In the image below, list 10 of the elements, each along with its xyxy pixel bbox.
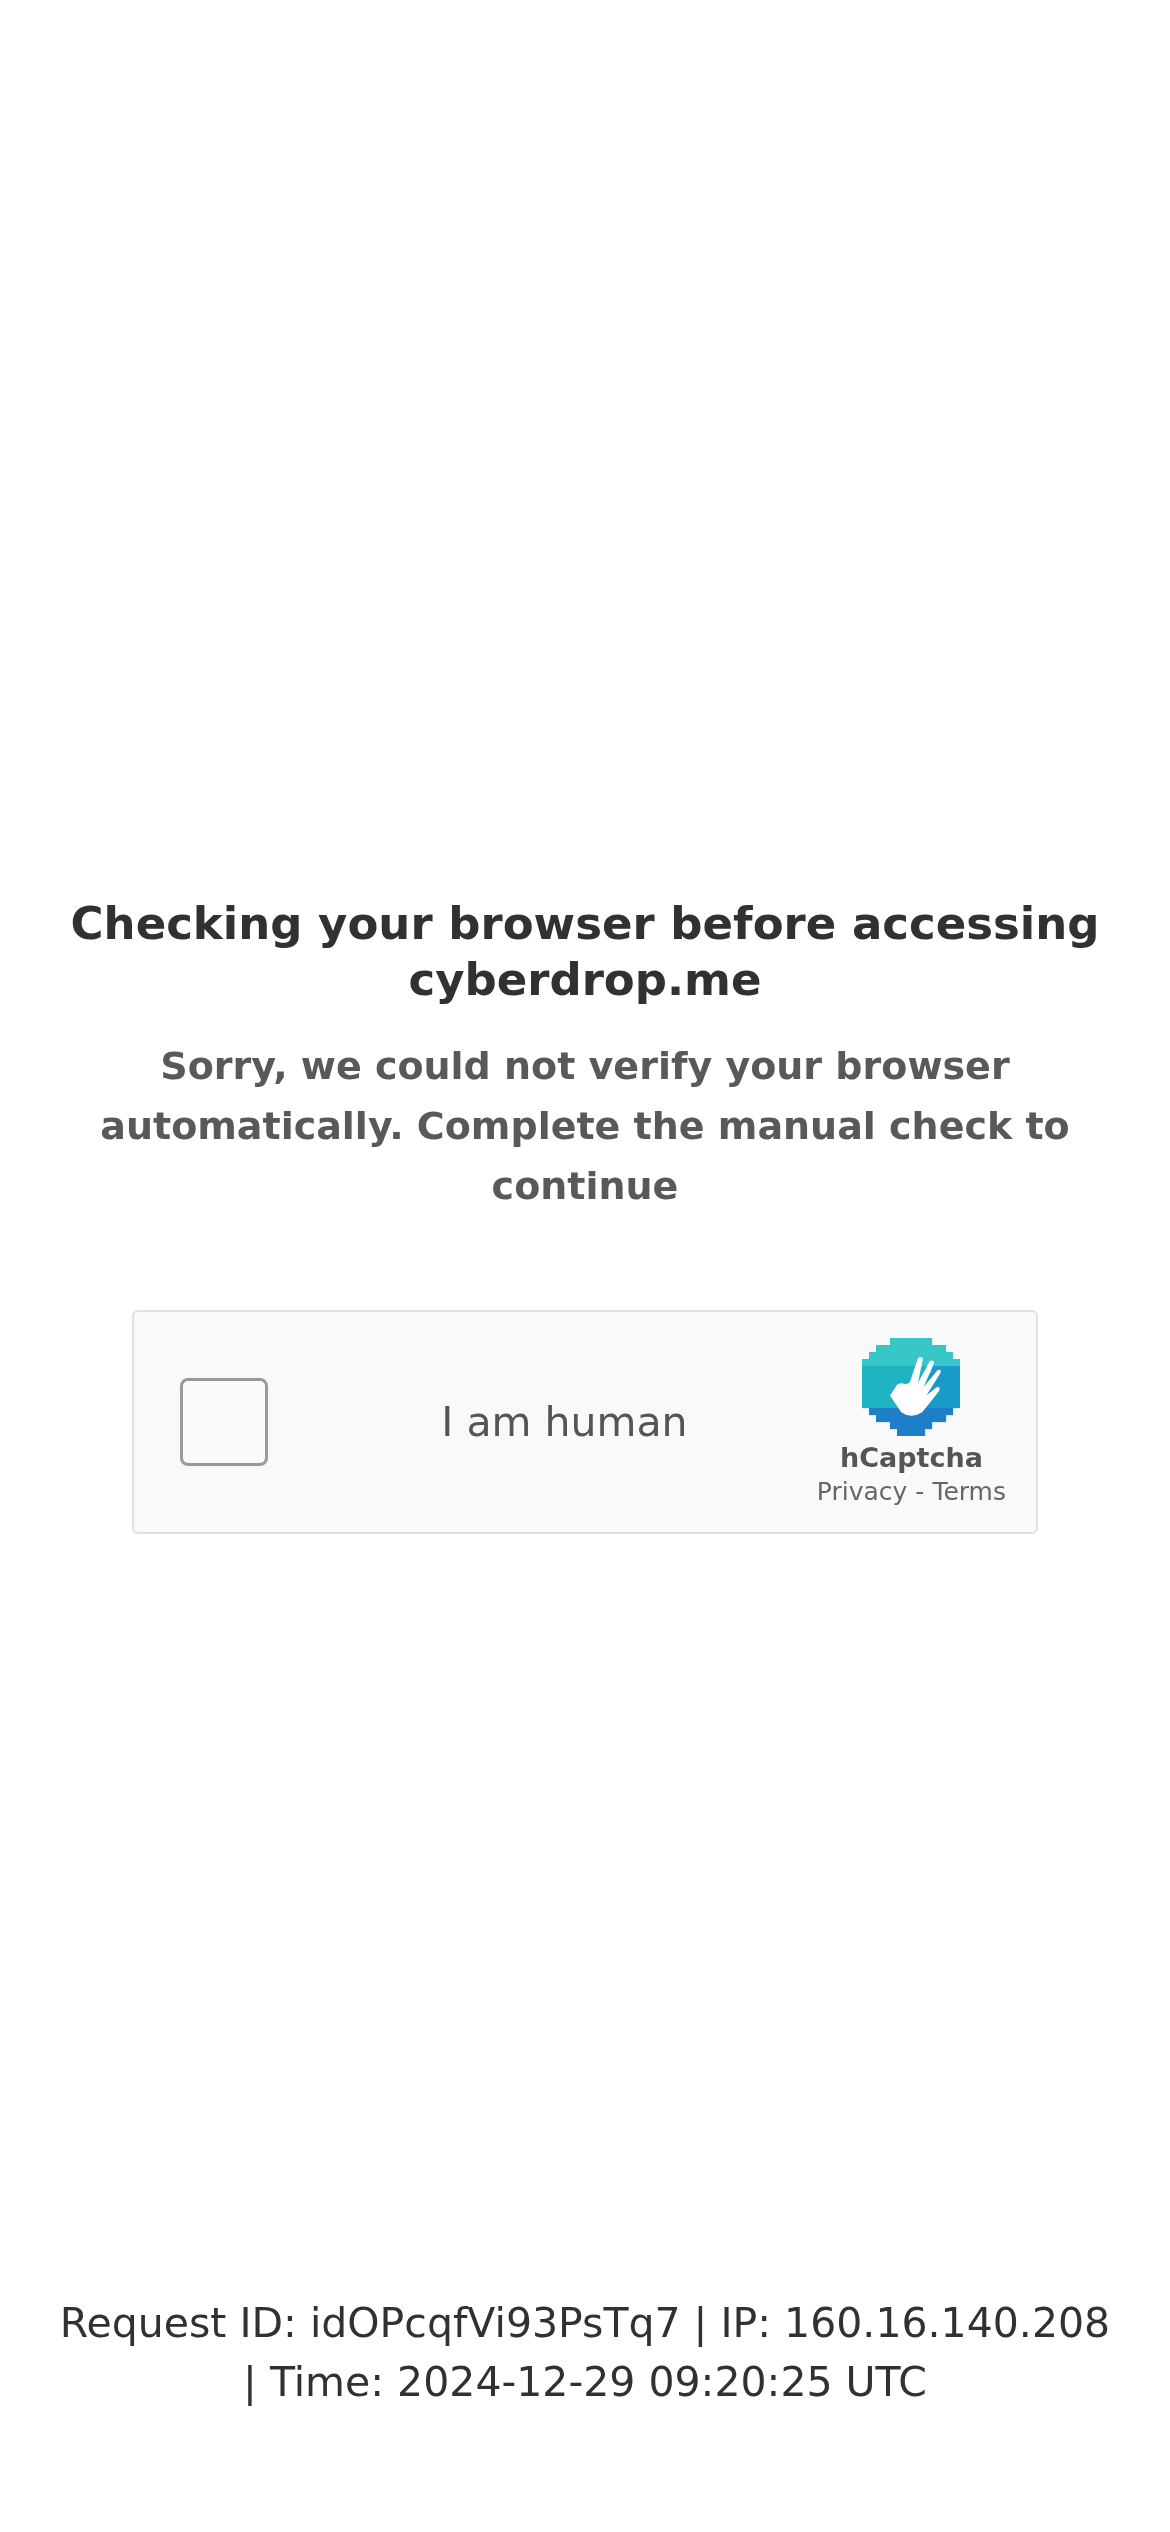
link-separator: - [915, 1477, 925, 1506]
terms-link[interactable]: Terms [932, 1477, 1006, 1506]
privacy-link[interactable]: Privacy [816, 1477, 908, 1506]
page-title: Checking your browser before accessing cyberdrop.me [69, 896, 1101, 1008]
checkbox-label: I am human [440, 1398, 689, 1446]
brand-name: hCaptcha [839, 1442, 983, 1473]
hand-logo-icon [862, 1338, 961, 1436]
request-info: Request ID: idOPcqfVi93PsTq7 | IP: 160.16.140.208 | Time: 2024-12-29 09:20:25 UTC [58, 2298, 1112, 2408]
checkbox[interactable] [180, 1378, 268, 1466]
verification-message: Sorry, we could not verify your browser automatically. Complete the manual check to continue [99, 1043, 1071, 1210]
